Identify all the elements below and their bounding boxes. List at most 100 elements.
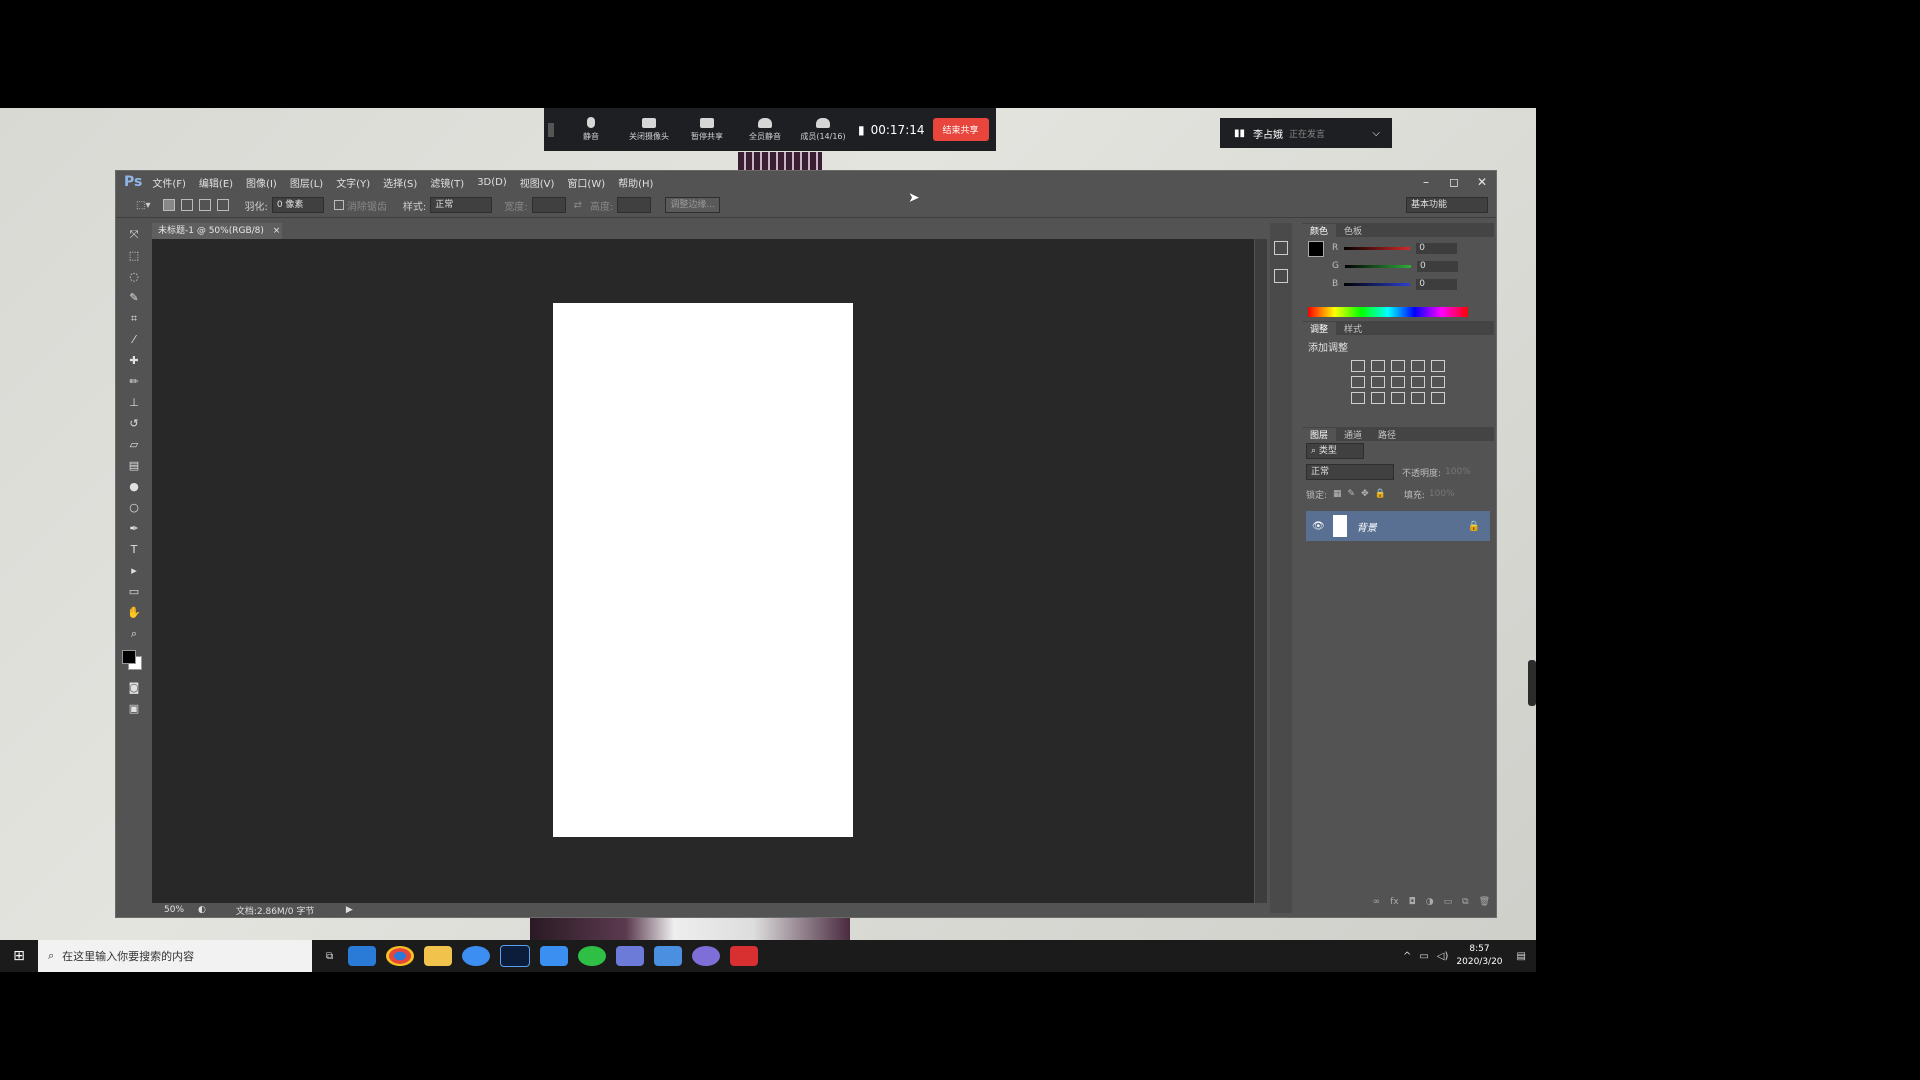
close-tab-icon[interactable]: × <box>273 226 281 236</box>
rect-marquee-tool-icon[interactable]: ⬚ <box>126 249 142 263</box>
swap-dimensions-icon[interactable]: ⇄ <box>574 200 582 211</box>
blend-mode-select[interactable]: 正常 <box>1306 464 1394 480</box>
quick-select-tool-icon[interactable]: ✎ <box>126 291 142 305</box>
fill-input[interactable]: 100% <box>1429 489 1455 499</box>
marquee-tool-preset-icon[interactable]: ⬚▾ <box>136 200 150 211</box>
delete-layer-icon[interactable]: 🗑 <box>1479 897 1490 911</box>
minimize-button[interactable]: – <box>1412 175 1440 189</box>
opacity-input[interactable]: 100% <box>1445 467 1471 477</box>
document-tab[interactable]: 未标题-1 @ 50%(RGB/8) × <box>152 223 282 239</box>
link-layers-icon[interactable]: ∞ <box>1373 897 1381 911</box>
rectangle-tool-icon[interactable]: ▭ <box>126 585 142 599</box>
gradient-tool-icon[interactable]: ▤ <box>126 459 142 473</box>
color-balance-icon[interactable] <box>1371 376 1385 388</box>
clone-stamp-tool-icon[interactable]: ⊥ <box>126 396 142 410</box>
photoshop-app-icon[interactable] <box>500 945 531 967</box>
selective-color-icon[interactable] <box>1411 392 1425 404</box>
healing-brush-tool-icon[interactable]: ✚ <box>126 354 142 368</box>
mute-all-button[interactable]: 全员静音 <box>736 117 794 142</box>
pause-share-button[interactable]: 暂停共享 <box>678 117 736 142</box>
new-adjustment-icon[interactable]: ◑ <box>1426 897 1434 911</box>
layer-style-icon[interactable]: fx <box>1390 897 1399 911</box>
path-select-tool-icon[interactable]: ▸ <box>126 564 142 578</box>
mute-button[interactable]: 静音 <box>562 117 620 142</box>
history-panel-icon[interactable] <box>1274 241 1288 255</box>
menu-filter[interactable]: 滤镜(T) <box>430 175 464 190</box>
new-group-icon[interactable]: ▭ <box>1444 897 1453 911</box>
gradient-map-icon[interactable] <box>1431 392 1445 404</box>
tab-channels[interactable]: 通道 <box>1336 428 1370 441</box>
task-view-icon[interactable]: ⧉ <box>326 951 333 962</box>
type-tool-icon[interactable]: T <box>126 543 142 557</box>
workspace-select[interactable]: 基本功能 <box>1406 197 1488 213</box>
new-selection-icon[interactable] <box>163 199 176 211</box>
hue-saturation-icon[interactable] <box>1351 376 1365 388</box>
color-spectrum-bar[interactable] <box>1308 307 1468 317</box>
menu-layer[interactable]: 图层(L) <box>290 175 323 190</box>
threshold-icon[interactable] <box>1391 392 1405 404</box>
menu-image[interactable]: 图像(I) <box>246 175 277 190</box>
menu-help[interactable]: 帮助(H) <box>618 175 653 190</box>
file-explorer-app-icon[interactable] <box>424 946 453 966</box>
dodge-tool-icon[interactable]: ○ <box>126 501 142 515</box>
maximize-button[interactable]: ◻ <box>1440 175 1468 189</box>
camera-off-button[interactable]: 关闭摄像头 <box>620 117 678 142</box>
pen-tool-icon[interactable]: ✒ <box>126 522 142 536</box>
meeting-app-icon[interactable] <box>616 946 645 966</box>
menu-3d[interactable]: 3D(D) <box>477 177 507 188</box>
red-value-input[interactable]: 0 <box>1416 242 1458 254</box>
crop-tool-icon[interactable]: ⌗ <box>126 312 142 326</box>
zoom-tool-icon[interactable]: ⌕ <box>126 627 142 641</box>
curves-icon[interactable] <box>1391 360 1405 372</box>
tab-swatches[interactable]: 色板 <box>1336 224 1370 237</box>
invert-icon[interactable] <box>1351 392 1365 404</box>
foreground-color-swatch[interactable] <box>122 650 136 664</box>
document-canvas[interactable] <box>553 303 853 837</box>
chevron-down-icon[interactable]: ⌵ <box>1372 128 1380 139</box>
menu-select[interactable]: 选择(S) <box>383 175 417 190</box>
add-selection-icon[interactable] <box>181 199 194 211</box>
brush-tool-icon[interactable]: ✏ <box>126 375 142 389</box>
green-value-input[interactable]: 0 <box>1416 260 1458 272</box>
green-slider[interactable] <box>1344 264 1411 268</box>
refine-edge-button[interactable]: 调整边缘... <box>665 197 720 213</box>
tab-paths[interactable]: 路径 <box>1370 428 1404 441</box>
feather-input[interactable]: 0 像素 <box>271 197 324 213</box>
eyedropper-tool-icon[interactable]: ⁄ <box>126 333 142 347</box>
panel-foreground-swatch[interactable] <box>1308 241 1324 257</box>
screen-mode-icon[interactable]: ▣ <box>126 702 142 716</box>
close-button[interactable]: ✕ <box>1468 175 1496 189</box>
subtract-selection-icon[interactable] <box>199 199 212 211</box>
new-layer-icon[interactable]: ⧉ <box>1462 897 1468 911</box>
quick-mask-icon[interactable]: ◙ <box>126 681 142 695</box>
red-slider[interactable] <box>1344 246 1411 250</box>
menu-file[interactable]: 文件(F) <box>152 175 186 190</box>
style-select[interactable]: 正常 <box>430 197 493 213</box>
volume-icon[interactable]: ◁) <box>1437 951 1449 962</box>
tab-styles[interactable]: 样式 <box>1336 322 1370 335</box>
tools-app-icon[interactable] <box>654 946 683 966</box>
layer-filter-select[interactable]: ⌕ 类型 <box>1306 443 1364 459</box>
drag-handle-icon[interactable] <box>548 122 554 137</box>
eraser-tool-icon[interactable]: ▱ <box>126 438 142 452</box>
vertical-scrollbar[interactable] <box>1255 239 1267 903</box>
color-swatches[interactable] <box>122 648 146 674</box>
end-share-button[interactable]: 结束共享 <box>932 118 989 141</box>
intersect-selection-icon[interactable] <box>217 199 230 211</box>
side-handle[interactable] <box>1528 660 1536 706</box>
lock-icons[interactable]: ▦✎✥🔒 <box>1333 489 1392 499</box>
exposure-icon[interactable] <box>1411 360 1425 372</box>
tab-layers[interactable]: 图层 <box>1302 427 1337 441</box>
lasso-tool-icon[interactable]: ◌ <box>126 270 142 284</box>
add-mask-icon[interactable]: ◘ <box>1409 897 1416 911</box>
blur-tool-icon[interactable]: ● <box>126 480 142 494</box>
brightness-icon[interactable] <box>1351 360 1365 372</box>
layer-row-background[interactable]: 👁 背景 🔒 <box>1306 511 1490 541</box>
antialias-checkbox[interactable] <box>333 200 344 210</box>
xmind-app-icon[interactable] <box>730 946 759 966</box>
black-white-icon[interactable] <box>1391 376 1405 388</box>
posterize-icon[interactable] <box>1371 392 1385 404</box>
hand-tool-icon[interactable]: ✋ <box>126 606 142 620</box>
edge-app-icon[interactable] <box>348 946 377 966</box>
members-button[interactable]: 成员(14/16) <box>794 117 852 142</box>
